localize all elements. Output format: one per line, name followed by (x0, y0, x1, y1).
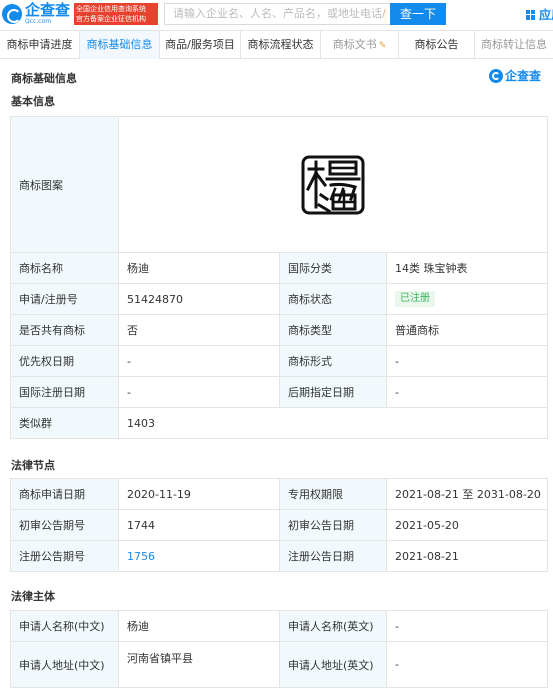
app-link[interactable]: 应用 (526, 6, 553, 23)
intl-class-value: 14类 珠宝钟表 (386, 252, 548, 284)
grid-icon (526, 9, 536, 20)
top-header: 企查查 Qcc.com 全国企业信用查询系统 官方备案企业征信机构 请输入企业名… (0, 0, 553, 30)
field-label: 国际注册日期 (10, 376, 119, 408)
shared-trademark-value: 否 (118, 314, 280, 346)
field-label: 初审公告日期 (279, 509, 387, 541)
field-label: 国际分类 (279, 252, 387, 284)
reg-date-value: 2021-08-21 (386, 540, 548, 572)
reg-issue-link[interactable]: 1756 (127, 550, 155, 563)
tab-bar: 商标申请进度 商标基础信息 商品/服务项目 商标流程状态 商标文书 ✎ 商标公告 … (0, 30, 553, 59)
reg-issue-cell: 1756 (118, 540, 280, 572)
tab-process-status[interactable]: 商标流程状态 (241, 31, 321, 59)
legal-nodes-title: 法律节点 (11, 459, 55, 472)
badge-line-1: 全国企业信用查询系统 (76, 5, 146, 13)
brand-watermark: 企查查 (489, 67, 541, 84)
search-button[interactable]: 查一下 (390, 3, 446, 25)
registration-number-value: 51424870 (118, 283, 280, 315)
search-input[interactable]: 请输入企业名、人名、产品名，或地址电话/ (164, 3, 390, 25)
field-label: 初审公告期号 (10, 509, 119, 541)
exclusive-term-value: 2021-08-21 至 2031-08-20 (386, 478, 548, 510)
status-cell: 已注册 (386, 283, 548, 315)
table-row: 注册公告期号 1756 注册公告日期 2021-08-21 (10, 540, 548, 572)
field-label: 注册公告日期 (279, 540, 387, 572)
field-label: 申请人地址(英文) (279, 641, 387, 688)
tab-announcements[interactable]: 商标公告 (399, 31, 475, 59)
field-label: 优先权日期 (10, 345, 119, 377)
similar-group-value: 1403 (118, 407, 548, 439)
field-label: 商标名称 (10, 252, 119, 284)
table-row: 申请人地址(中文) 河南省镇平县 申请人地址(英文) - (10, 641, 548, 688)
logo-icon (2, 4, 22, 24)
table-row: 商标图案 (10, 116, 548, 253)
tab-goods-services[interactable]: 商品/服务项目 (160, 31, 241, 59)
intl-reg-date-value: - (118, 376, 280, 408)
applicant-address-cn-value: 河南省镇平县 (118, 641, 280, 688)
field-label: 申请人名称(英文) (279, 610, 387, 642)
priority-date-value: - (118, 345, 280, 377)
legal-subject-title: 法律主体 (11, 590, 55, 603)
trademark-image-label: 商标图案 (10, 116, 119, 253)
table-row: 初审公告期号 1744 初审公告日期 2021-05-20 (10, 509, 548, 541)
field-label: 商标申请日期 (10, 478, 119, 510)
trademark-seal-image (301, 155, 365, 214)
tab-documents-label: 商标文书 (332, 38, 377, 51)
logo-name: 企查查 (25, 1, 71, 19)
table-row: 类似群 1403 (10, 407, 548, 439)
status-badge: 已注册 (395, 291, 435, 307)
applicant-name-en-value: - (386, 610, 548, 642)
table-row: 申请/注册号 51424870 商标状态 已注册 (10, 283, 548, 315)
field-label: 专用权期限 (279, 478, 387, 510)
tab-basic-info[interactable]: 商标基础信息 (80, 31, 160, 59)
table-row: 国际注册日期 - 后期指定日期 - (10, 376, 548, 408)
basic-info-table: 商标图案 商标名称 杨迪 国际分类 14类 珠宝钟表 申请/注册号 514248… (10, 116, 548, 439)
edit-icon: ✎ (378, 41, 387, 51)
legal-nodes-table: 商标申请日期 2020-11-19 专用权期限 2021-08-21 至 203… (10, 478, 548, 572)
page-title: 商标基础信息 (11, 72, 77, 85)
later-designation-value: - (386, 376, 548, 408)
credit-badge: 全国企业信用查询系统 官方备案企业征信机构 (74, 3, 158, 25)
trademark-name-value: 杨迪 (118, 252, 280, 284)
legal-subject-table: 申请人名称(中文) 杨迪 申请人名称(英文) - 申请人地址(中文) 河南省镇平… (10, 610, 548, 688)
logo-domain: Qcc.com (25, 18, 52, 25)
trademark-type-value: 普通商标 (386, 314, 548, 346)
field-label: 是否共有商标 (10, 314, 119, 346)
tab-transfer-info[interactable]: 商标转让信息 (475, 31, 553, 59)
field-label: 申请/注册号 (10, 283, 119, 315)
site-logo[interactable]: 企查查 Qcc.com (2, 3, 70, 25)
badge-line-2: 官方备案企业征信机构 (76, 15, 146, 23)
table-row: 优先权日期 - 商标形式 - (10, 345, 548, 377)
tab-application-progress[interactable]: 商标申请进度 (0, 31, 80, 59)
table-row: 是否共有商标 否 商标类型 普通商标 (10, 314, 548, 346)
trademark-form-value: - (386, 345, 548, 377)
field-label: 申请人地址(中文) (10, 641, 119, 688)
brand-name: 企查查 (505, 69, 542, 83)
table-row: 申请人名称(中文) 杨迪 申请人名称(英文) - (10, 610, 548, 642)
field-label: 注册公告期号 (10, 540, 119, 572)
field-label: 类似群 (10, 407, 119, 439)
field-label: 商标类型 (279, 314, 387, 346)
field-label: 申请人名称(中文) (10, 610, 119, 642)
trademark-image-cell (118, 116, 548, 253)
app-link-label: 应用 (539, 8, 553, 22)
tab-documents[interactable]: 商标文书 ✎ (321, 31, 399, 59)
prelim-issue-value: 1744 (118, 509, 280, 541)
basic-info-title: 基本信息 (11, 95, 55, 108)
prelim-date-value: 2021-05-20 (386, 509, 548, 541)
table-row: 商标申请日期 2020-11-19 专用权期限 2021-08-21 至 203… (10, 478, 548, 510)
application-date-value: 2020-11-19 (118, 478, 280, 510)
applicant-name-cn-value: 杨迪 (118, 610, 280, 642)
table-row: 商标名称 杨迪 国际分类 14类 珠宝钟表 (10, 252, 548, 284)
field-label: 商标形式 (279, 345, 387, 377)
field-label: 后期指定日期 (279, 376, 387, 408)
field-label: 商标状态 (279, 283, 387, 315)
applicant-address-en-value: - (386, 641, 548, 688)
brand-icon (489, 68, 503, 83)
